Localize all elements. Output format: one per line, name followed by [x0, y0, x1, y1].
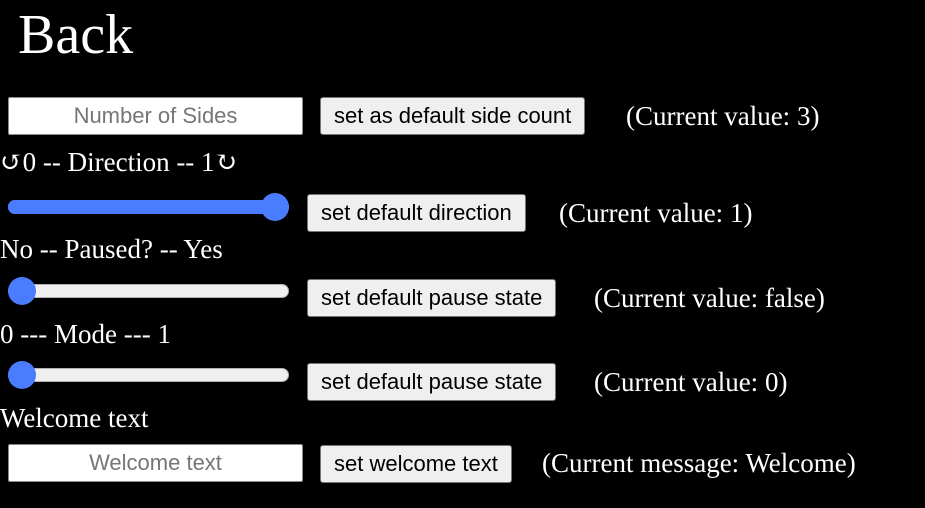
- mode-slider-thumb[interactable]: [8, 361, 36, 389]
- direction-slider-thumb[interactable]: [261, 193, 289, 221]
- set-default-side-count-button[interactable]: set as default side count: [320, 97, 586, 135]
- set-default-pause-state-button[interactable]: set default pause state: [307, 279, 557, 317]
- paused-label: No -- Paused? -- Yes: [0, 234, 223, 264]
- direction-slider-fill: [8, 200, 275, 214]
- welcome-label: Welcome text: [0, 403, 149, 433]
- direction-label: ↺0 -- Direction -- 1↻: [0, 147, 238, 177]
- welcome-current-message: (Current message: Welcome): [542, 448, 856, 478]
- set-welcome-text-button[interactable]: set welcome text: [320, 445, 512, 483]
- paused-slider[interactable]: [8, 276, 291, 306]
- mode-slider[interactable]: [8, 360, 291, 390]
- back-link[interactable]: Back: [18, 2, 133, 68]
- paused-slider-track: [8, 284, 289, 298]
- set-default-mode-button[interactable]: set default pause state: [307, 363, 557, 401]
- direction-slider[interactable]: [8, 192, 291, 222]
- mode-slider-track: [8, 368, 289, 382]
- sides-current-value: (Current value: 3): [626, 101, 820, 131]
- settings-page: Back set as default side count (Current …: [0, 0, 925, 508]
- set-default-direction-button[interactable]: set default direction: [307, 194, 526, 232]
- paused-slider-thumb[interactable]: [8, 277, 36, 305]
- mode-label: 0 --- Mode --- 1: [0, 319, 171, 349]
- sides-input[interactable]: [8, 97, 303, 135]
- direction-current-value: (Current value: 1): [559, 198, 753, 228]
- paused-current-value: (Current value: false): [594, 283, 825, 313]
- mode-current-value: (Current value: 0): [594, 367, 788, 397]
- welcome-text-input[interactable]: [8, 444, 303, 482]
